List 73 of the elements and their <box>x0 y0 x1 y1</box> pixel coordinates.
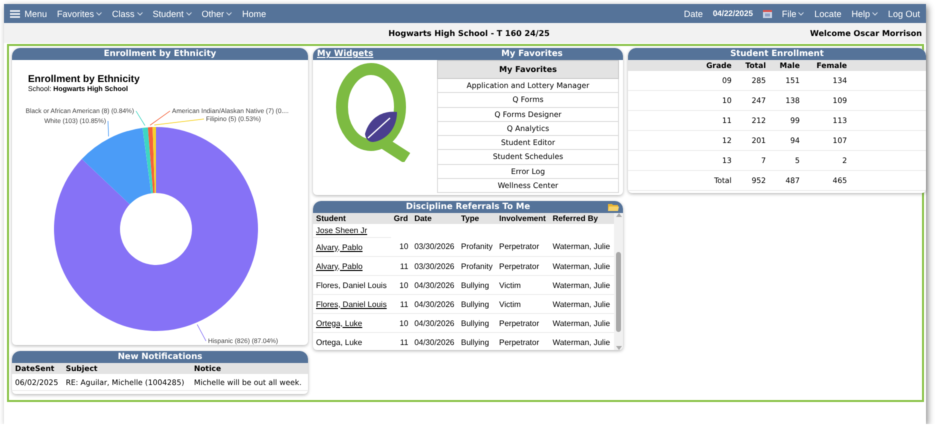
nav-menu-item[interactable]: Class <box>112 8 143 18</box>
menu-button[interactable]: Menu <box>10 8 48 18</box>
chevron-down-icon <box>186 12 192 16</box>
table-cell: 11 <box>390 332 412 350</box>
leader-line <box>196 324 206 342</box>
table-cell: 11 <box>390 294 412 314</box>
table-cell: 11 <box>390 256 412 276</box>
table-cell: Bullying <box>458 314 496 332</box>
card-title: Student Enrollment <box>628 48 926 60</box>
table-cell: Victim <box>496 294 550 314</box>
menu-icon <box>10 10 20 18</box>
nav-menu-item[interactable]: File <box>782 8 804 18</box>
school-title: Hogwarts High School - T 160 24/25 <box>387 28 551 38</box>
student-link[interactable]: Alvary, Pablo <box>313 256 391 276</box>
nav-menu-item[interactable]: Favorites <box>57 8 102 18</box>
scroll-down-icon[interactable] <box>616 346 622 350</box>
welcome-text: Welcome Oscar Morrison <box>810 28 922 38</box>
student-link[interactable]: Alvary, Pablo <box>313 238 391 256</box>
table-cell: Perpetrator <box>496 314 550 332</box>
table-cell: 03/30/2026 <box>411 238 458 256</box>
nav-menu-item[interactable]: Help <box>851 8 878 18</box>
student-link[interactable]: Jose Sheen Jr <box>313 224 391 238</box>
nav-menu-item[interactable]: Log Out <box>888 8 920 18</box>
calendar-icon[interactable] <box>762 10 772 18</box>
folder-icon[interactable] <box>608 202 619 212</box>
card-title: My Favorites <box>500 49 564 59</box>
nav-menu-item[interactable]: Locate <box>814 8 842 18</box>
table-cell: 10 <box>390 314 412 332</box>
date-label: Date <box>684 8 703 18</box>
table-cell: 10 <box>390 276 412 294</box>
card-title: Enrollment by Ethnicity <box>12 48 308 60</box>
column-header: Date <box>411 213 458 224</box>
table-cell: 03/30/2026 <box>411 256 458 276</box>
nav-menu-item[interactable]: Student <box>152 8 192 18</box>
leader-line <box>136 110 146 126</box>
chart-title: Enrollment by Ethnicity <box>28 74 141 85</box>
chevron-down-icon <box>226 12 232 16</box>
student-link[interactable]: Flores, Daniel Louis <box>313 294 391 314</box>
table-cell: Perpetrator <box>496 332 550 350</box>
chevron-down-icon <box>96 12 102 16</box>
table-cell: Profanity <box>458 256 496 276</box>
chevron-down-icon <box>798 12 804 16</box>
column-header: Type <box>458 213 496 224</box>
table-cell: Bullying <box>458 294 496 314</box>
table-cell: Victim <box>496 276 550 294</box>
table-cell: 04/30/2026 <box>411 314 458 332</box>
table-cell: 04/30/2026 <box>411 276 458 294</box>
chevron-down-icon <box>136 12 143 16</box>
card-title: New Notifications <box>12 351 308 363</box>
table-cell: Perpetrator <box>496 238 550 256</box>
column-header: Grd <box>390 213 412 224</box>
column-header: Student <box>313 213 391 224</box>
table-cell: Ortega, Luke <box>313 332 391 350</box>
widgets-link[interactable]: My Widgets <box>313 49 441 59</box>
card-title: Discipline Referrals To Me <box>313 201 623 213</box>
chevron-down-icon <box>872 12 878 16</box>
favorites-header: My Favorites <box>437 60 619 79</box>
leader-line <box>108 120 109 137</box>
nav-menu-item[interactable]: Other <box>202 8 232 18</box>
table-cell: Bullying <box>458 276 496 294</box>
scrollbar[interactable] <box>614 213 623 350</box>
table-cell: Perpetrator <box>496 256 550 276</box>
table-cell: Flores, Daniel Louis <box>313 276 391 294</box>
table-cell: Bullying <box>458 332 496 350</box>
table-cell: 10 <box>390 238 412 256</box>
date-value[interactable]: 04/22/2025 <box>712 9 753 18</box>
student-link[interactable]: Ortega, Luke <box>313 314 391 332</box>
table-cell: 04/30/2026 <box>411 332 458 350</box>
table-cell: Profanity <box>458 238 496 256</box>
column-header: Involvement <box>496 213 550 224</box>
column-header: Referred By <box>550 213 614 224</box>
nav-menu-item[interactable]: Home <box>242 8 266 18</box>
table-cell: 04/30/2026 <box>411 294 458 314</box>
